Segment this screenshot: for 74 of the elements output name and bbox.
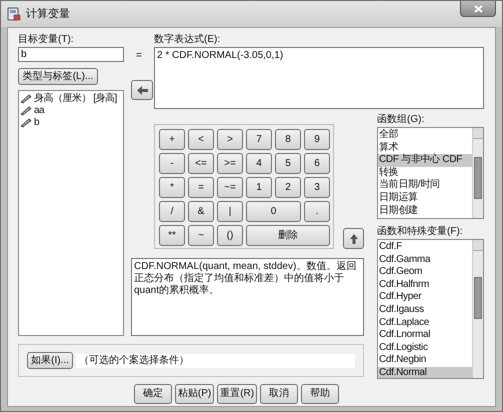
function-item[interactable]: Cdf.Halfnrm	[378, 278, 472, 292]
target-variable-label: 目标变量(T):	[18, 34, 75, 46]
keypad-key[interactable]: -	[159, 153, 185, 174]
dialog-button[interactable]: 确定	[134, 384, 172, 404]
function-group-item[interactable]: 日期创建	[378, 204, 472, 218]
arrow-left-icon	[136, 86, 148, 94]
function-item[interactable]: Cdf.Lnormal	[378, 329, 472, 342]
keypad-key[interactable]: **	[159, 225, 185, 246]
keypad-key[interactable]: <	[188, 129, 214, 150]
variable-item[interactable]: b	[34, 117, 40, 129]
function-item[interactable]: Cdf.Hyper	[378, 291, 472, 304]
close-button[interactable]	[460, 1, 496, 17]
function-item[interactable]: Cdf.F	[378, 241, 472, 254]
keypad-key[interactable]: +	[159, 129, 185, 150]
keypad-key[interactable]: <=	[188, 153, 214, 174]
function-group-item[interactable]: 当前日期/时间	[378, 179, 472, 192]
keypad-key[interactable]: 5	[275, 153, 301, 174]
function-description: CDF.NORMAL(quant, mean, stddev)。数值。返回正态分布（指定了均值和标准差）中的值将小于 quant的累积概率。	[131, 258, 364, 336]
calculator-icon	[7, 7, 21, 21]
function-item[interactable]: Cdf.Laplace	[378, 316, 472, 330]
keypad-key[interactable]: 8	[275, 129, 301, 150]
condition-text: （可选的个案选择条件）	[76, 354, 355, 368]
expression-label: 数字表达式(E):	[154, 34, 222, 46]
keypad-key[interactable]: >	[217, 129, 243, 150]
function-item[interactable]: Cdf.Igauss	[378, 304, 472, 317]
function-group-item[interactable]: 算术	[378, 142, 472, 154]
function-group-item[interactable]: 日期运算	[378, 192, 472, 205]
type-label-button[interactable]: 类型与标签(L)...	[18, 68, 98, 85]
keypad-key[interactable]: |	[217, 201, 243, 222]
dialog-button[interactable]: 重置(R)	[217, 384, 258, 404]
function-group-label: 函数组(G):	[377, 114, 426, 126]
keypad-key[interactable]: ~	[188, 225, 214, 246]
move-up-button[interactable]	[343, 228, 364, 249]
close-icon	[474, 4, 482, 12]
keypad-key[interactable]: &	[188, 201, 214, 222]
functions-label: 函数和特殊变量(F):	[377, 226, 464, 238]
function-item[interactable]: Cdf.Gamma	[378, 254, 472, 266]
keypad-key[interactable]: ()	[217, 225, 243, 246]
variable-item[interactable]: aa	[34, 105, 44, 117]
keypad-key[interactable]: 7	[246, 129, 272, 150]
keypad-key[interactable]: 9	[304, 129, 330, 150]
if-button[interactable]: 如果(I)...	[27, 352, 73, 369]
function-item[interactable]: Cdf.Normal	[378, 366, 472, 378]
keypad-key[interactable]: 3	[304, 177, 330, 198]
function-item[interactable]: Cdf.Logistic	[378, 342, 472, 354]
target-variable-field[interactable]: b	[18, 47, 124, 62]
dialog-button[interactable]: 粘贴(P)	[174, 384, 214, 404]
scrollbar[interactable]	[472, 240, 483, 378]
function-item[interactable]: Cdf.Geom	[378, 266, 472, 279]
function-item[interactable]: Cdf.Negbin	[378, 354, 472, 367]
function-group-item[interactable]: CDF 与非中心 CDF	[378, 154, 472, 167]
move-right-button[interactable]	[131, 80, 153, 100]
dialog-button[interactable]: 帮助	[301, 384, 340, 404]
keypad-key[interactable]: 删除	[246, 225, 330, 246]
arrow-up-icon	[350, 234, 358, 244]
dialog-button[interactable]: 取消	[260, 384, 298, 404]
keypad-key[interactable]: >=	[217, 153, 243, 174]
function-group-item[interactable]: 全部	[378, 129, 472, 142]
keypad-key[interactable]: =	[188, 177, 214, 198]
window-title: 计算变量	[26, 8, 70, 20]
keypad-key[interactable]: 6	[304, 153, 330, 174]
keypad-key[interactable]: ~=	[217, 177, 243, 198]
keypad-key[interactable]: 0	[246, 201, 301, 222]
keypad-key[interactable]: 2	[275, 177, 301, 198]
keypad-key[interactable]: /	[159, 201, 185, 222]
expression-field[interactable]: 2 * CDF.NORMAL(-3.05,0,1)	[154, 47, 484, 109]
variable-item[interactable]: 身高（厘米） [身高]	[34, 93, 117, 105]
function-group-item[interactable]: 转换	[378, 166, 472, 180]
equals-sign: =	[136, 50, 142, 62]
keypad-key[interactable]: 1	[246, 177, 272, 198]
keypad-key[interactable]: 4	[246, 153, 272, 174]
keypad-key[interactable]: .	[304, 201, 330, 222]
scrollbar[interactable]	[472, 128, 483, 218]
keypad-key[interactable]: *	[159, 177, 185, 198]
